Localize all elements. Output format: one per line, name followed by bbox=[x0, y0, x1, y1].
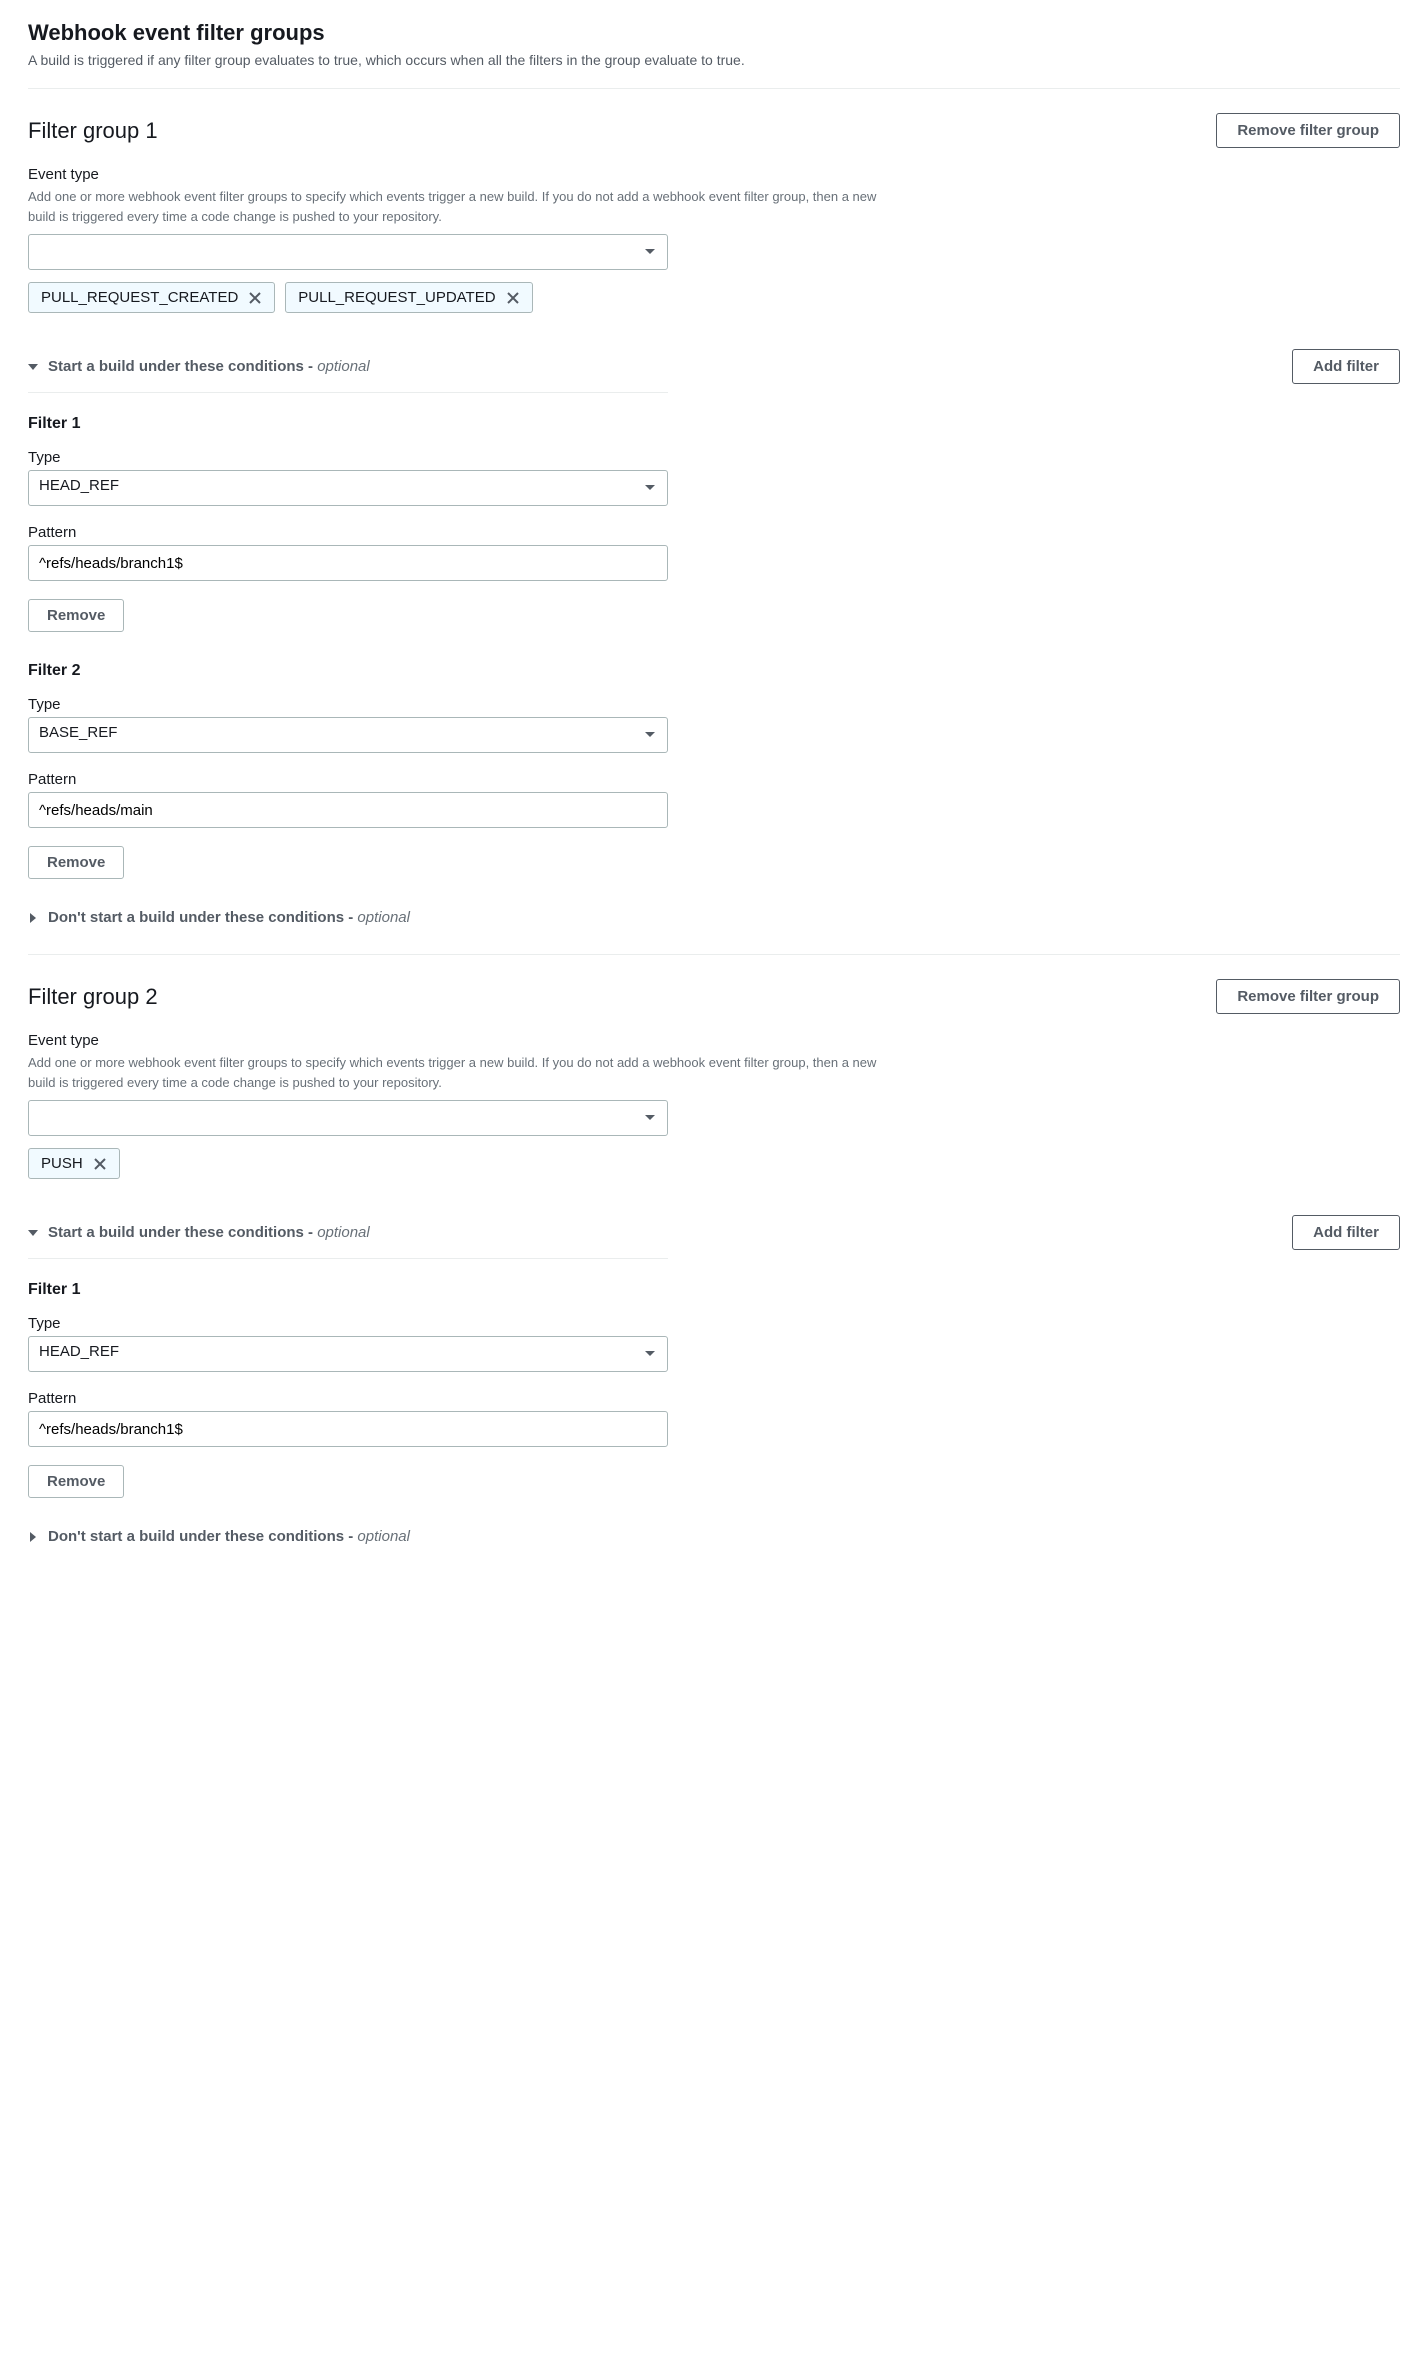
triangle-right-icon bbox=[28, 910, 38, 926]
remove-filter-button[interactable]: Remove bbox=[28, 1465, 124, 1498]
triangle-down-icon bbox=[28, 362, 38, 372]
triangle-right-icon bbox=[28, 1529, 38, 1545]
filter-block: Filter 2 Type BASE_REF Pattern Remove bbox=[28, 662, 1400, 879]
remove-filter-group-button[interactable]: Remove filter group bbox=[1216, 113, 1400, 148]
type-label: Type bbox=[28, 449, 1400, 466]
event-type-tag-label: PULL_REQUEST_CREATED bbox=[41, 289, 238, 306]
dont-start-label: Don't start a build under these conditio… bbox=[48, 1528, 410, 1545]
dont-start-label: Don't start a build under these conditio… bbox=[48, 909, 410, 926]
pattern-label: Pattern bbox=[28, 524, 1400, 541]
event-type-label: Event type bbox=[28, 1032, 1400, 1049]
remove-tag-icon[interactable] bbox=[248, 291, 262, 305]
filter-block: Filter 1 Type HEAD_REF Pattern Remove bbox=[28, 415, 1400, 632]
pattern-input[interactable] bbox=[28, 792, 668, 828]
pattern-label: Pattern bbox=[28, 771, 1400, 788]
triangle-down-icon bbox=[28, 1228, 38, 1238]
event-type-label: Event type bbox=[28, 166, 1400, 183]
event-type-tag: PULL_REQUEST_CREATED bbox=[28, 282, 275, 313]
filter-block: Filter 1 Type HEAD_REF Pattern Remove bbox=[28, 1281, 1400, 1498]
start-conditions-toggle[interactable]: Start a build under these conditions - o… bbox=[28, 358, 370, 375]
pattern-input[interactable] bbox=[28, 1411, 668, 1447]
pattern-input[interactable] bbox=[28, 545, 668, 581]
dont-start-conditions-toggle[interactable]: Don't start a build under these conditio… bbox=[28, 1528, 1400, 1545]
event-type-tag: PUSH bbox=[28, 1148, 120, 1179]
pattern-label: Pattern bbox=[28, 1390, 1400, 1407]
filter-group: Filter group 1 Remove filter group Event… bbox=[28, 89, 1400, 926]
event-type-select[interactable] bbox=[28, 1100, 668, 1136]
filter-type-select[interactable]: HEAD_REF bbox=[28, 470, 668, 506]
page-subtitle: A build is triggered if any filter group… bbox=[28, 52, 1400, 68]
remove-filter-button[interactable]: Remove bbox=[28, 599, 124, 632]
filter-group-title: Filter group 1 bbox=[28, 118, 158, 144]
filter-heading: Filter 1 bbox=[28, 1281, 1400, 1299]
event-type-tag-label: PUSH bbox=[41, 1155, 83, 1172]
start-conditions-label: Start a build under these conditions - o… bbox=[48, 1224, 370, 1241]
remove-filter-button[interactable]: Remove bbox=[28, 846, 124, 879]
filter-group: Filter group 2 Remove filter group Event… bbox=[28, 955, 1400, 1545]
type-label: Type bbox=[28, 696, 1400, 713]
section-underline bbox=[28, 392, 668, 393]
event-type-help: Add one or more webhook event filter gro… bbox=[28, 187, 888, 226]
filter-group-title: Filter group 2 bbox=[28, 984, 158, 1010]
filter-type-select[interactable]: BASE_REF bbox=[28, 717, 668, 753]
filter-type-select[interactable]: HEAD_REF bbox=[28, 1336, 668, 1372]
remove-filter-group-button[interactable]: Remove filter group bbox=[1216, 979, 1400, 1014]
event-type-tag-label: PULL_REQUEST_UPDATED bbox=[298, 289, 495, 306]
event-type-tag: PULL_REQUEST_UPDATED bbox=[285, 282, 532, 313]
filter-heading: Filter 1 bbox=[28, 415, 1400, 433]
add-filter-button[interactable]: Add filter bbox=[1292, 1215, 1400, 1250]
start-conditions-toggle[interactable]: Start a build under these conditions - o… bbox=[28, 1224, 370, 1241]
event-type-help: Add one or more webhook event filter gro… bbox=[28, 1053, 888, 1092]
add-filter-button[interactable]: Add filter bbox=[1292, 349, 1400, 384]
section-underline bbox=[28, 1258, 668, 1259]
type-label: Type bbox=[28, 1315, 1400, 1332]
start-conditions-label: Start a build under these conditions - o… bbox=[48, 358, 370, 375]
remove-tag-icon[interactable] bbox=[506, 291, 520, 305]
remove-tag-icon[interactable] bbox=[93, 1157, 107, 1171]
filter-heading: Filter 2 bbox=[28, 662, 1400, 680]
dont-start-conditions-toggle[interactable]: Don't start a build under these conditio… bbox=[28, 909, 1400, 926]
page-title: Webhook event filter groups bbox=[28, 20, 1400, 46]
event-type-select[interactable] bbox=[28, 234, 668, 270]
